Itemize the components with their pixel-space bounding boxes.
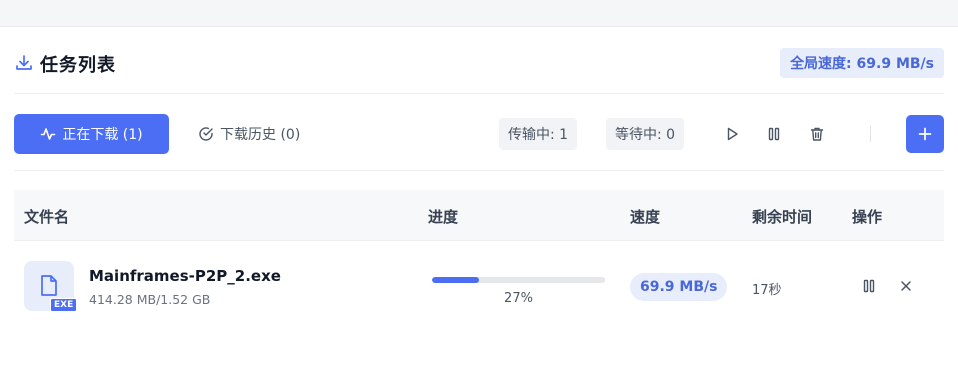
tab-history[interactable]: 下载历史 (0)	[198, 114, 300, 154]
column-header-actions: 操作	[852, 208, 883, 226]
divider	[14, 170, 944, 171]
pause-all-button[interactable]	[762, 122, 786, 146]
divider	[14, 93, 944, 94]
play-icon	[727, 127, 738, 141]
progress-percent: 27%	[504, 291, 533, 306]
time-remaining: 17秒	[752, 283, 782, 298]
row-remove-button[interactable]	[896, 275, 916, 297]
check-circle-icon	[199, 127, 213, 141]
plus-icon	[918, 127, 932, 141]
file-type-badge: EXE	[50, 298, 78, 312]
pause-icon	[768, 127, 780, 141]
file-size: 414.28 MB/1.52 GB	[89, 292, 211, 307]
row-pause-button[interactable]	[859, 275, 879, 297]
panel-header: 任务列表 全局速度: 69.9 MB/s	[14, 48, 944, 80]
start-all-button[interactable]	[720, 122, 744, 146]
add-task-button[interactable]	[906, 115, 944, 153]
download-table: 文件名 进度 速度 剩余时间 操作 EXE Mainframes-P2P_2.e…	[14, 190, 944, 333]
global-speed-badge: 全局速度: 69.9 MB/s	[780, 48, 944, 78]
column-header-speed: 速度	[630, 208, 661, 226]
tab-downloading[interactable]: 正在下载 (1)	[14, 114, 169, 154]
close-icon	[901, 281, 911, 291]
toolbar-divider	[870, 126, 871, 142]
file-name: Mainframes-P2P_2.exe	[89, 267, 281, 285]
progress-fill	[432, 277, 479, 283]
tab-downloading-label: 正在下载 (1)	[62, 127, 143, 143]
download-icon	[14, 53, 34, 73]
pause-icon	[863, 279, 875, 293]
tab-history-label: 下载历史 (0)	[220, 127, 301, 143]
toolbar: 正在下载 (1) 下载历史 (0) 传输中: 1 等待中: 0	[14, 114, 944, 154]
progress-bar	[432, 277, 605, 283]
table-header: 文件名 进度 速度 剩余时间 操作	[14, 190, 944, 241]
column-header-remaining: 剩余时间	[752, 208, 813, 226]
row-speed-badge: 69.9 MB/s	[630, 273, 728, 301]
trash-icon	[810, 127, 824, 141]
top-band	[0, 0, 958, 27]
activity-icon	[41, 128, 56, 140]
column-header-progress: 进度	[428, 208, 459, 226]
waiting-count: 等待中: 0	[606, 118, 685, 150]
page-title: 任务列表	[40, 55, 116, 76]
column-header-filename: 文件名	[24, 208, 70, 226]
transferring-count: 传输中: 1	[499, 118, 578, 150]
table-row[interactable]: EXE Mainframes-P2P_2.exe 414.28 MB/1.52 …	[14, 241, 944, 333]
delete-all-button[interactable]	[805, 122, 829, 146]
